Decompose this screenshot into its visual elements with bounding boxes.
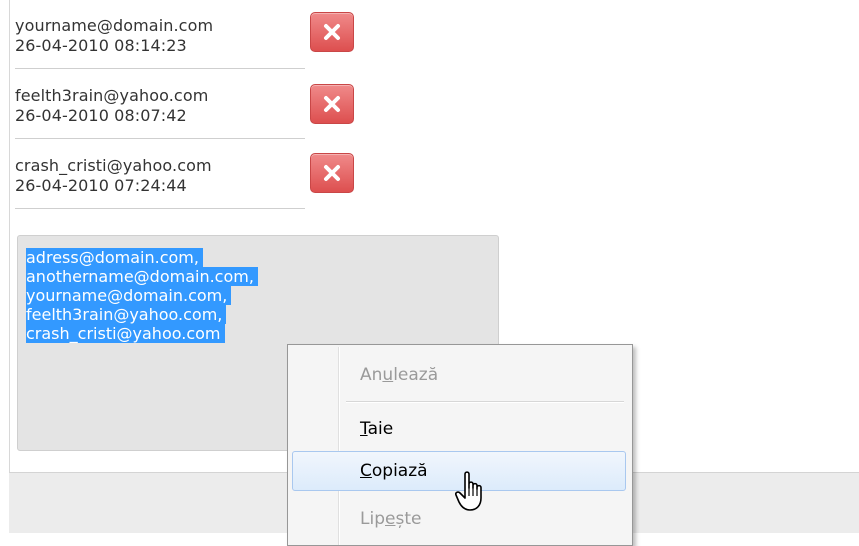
menu-separator: [346, 401, 624, 403]
delete-button[interactable]: [310, 12, 354, 52]
selected-line: anothername@domain.com,: [26, 267, 258, 286]
context-menu: Anulează Taie Copiază Lipește: [287, 344, 633, 546]
selected-line: adress@domain.com,: [26, 248, 203, 267]
delete-button[interactable]: [310, 84, 354, 124]
close-icon: [324, 96, 340, 112]
entry-date: 26-04-2010 08:07:42: [15, 106, 187, 125]
selected-text: adress@domain.com, anothername@domain.co…: [26, 248, 258, 343]
selected-line: feelth3rain@yahoo.com,: [26, 305, 227, 324]
list-item: crash_cristi@yahoo.com 26-04-2010 07:24:…: [15, 142, 305, 209]
entry-date: 26-04-2010 08:14:23: [15, 36, 187, 55]
close-icon: [324, 165, 340, 181]
hand-cursor-icon: [455, 471, 482, 511]
entry-email: feelth3rain@yahoo.com: [15, 86, 209, 105]
list-item: yourname@domain.com 26-04-2010 08:14:23: [15, 2, 305, 69]
menu-item-undo[interactable]: Anulează: [292, 355, 626, 395]
entry-email: yourname@domain.com: [15, 16, 214, 35]
menu-item-cut[interactable]: Taie: [292, 409, 626, 449]
selected-line: crash_cristi@yahoo.com: [26, 324, 225, 343]
entry-email: crash_cristi@yahoo.com: [15, 156, 212, 175]
close-icon: [324, 24, 340, 40]
delete-button[interactable]: [310, 153, 354, 193]
list-item: feelth3rain@yahoo.com 26-04-2010 08:07:4…: [15, 72, 305, 139]
entry-date: 26-04-2010 07:24:44: [15, 176, 187, 195]
selected-line: yourname@domain.com,: [26, 286, 232, 305]
